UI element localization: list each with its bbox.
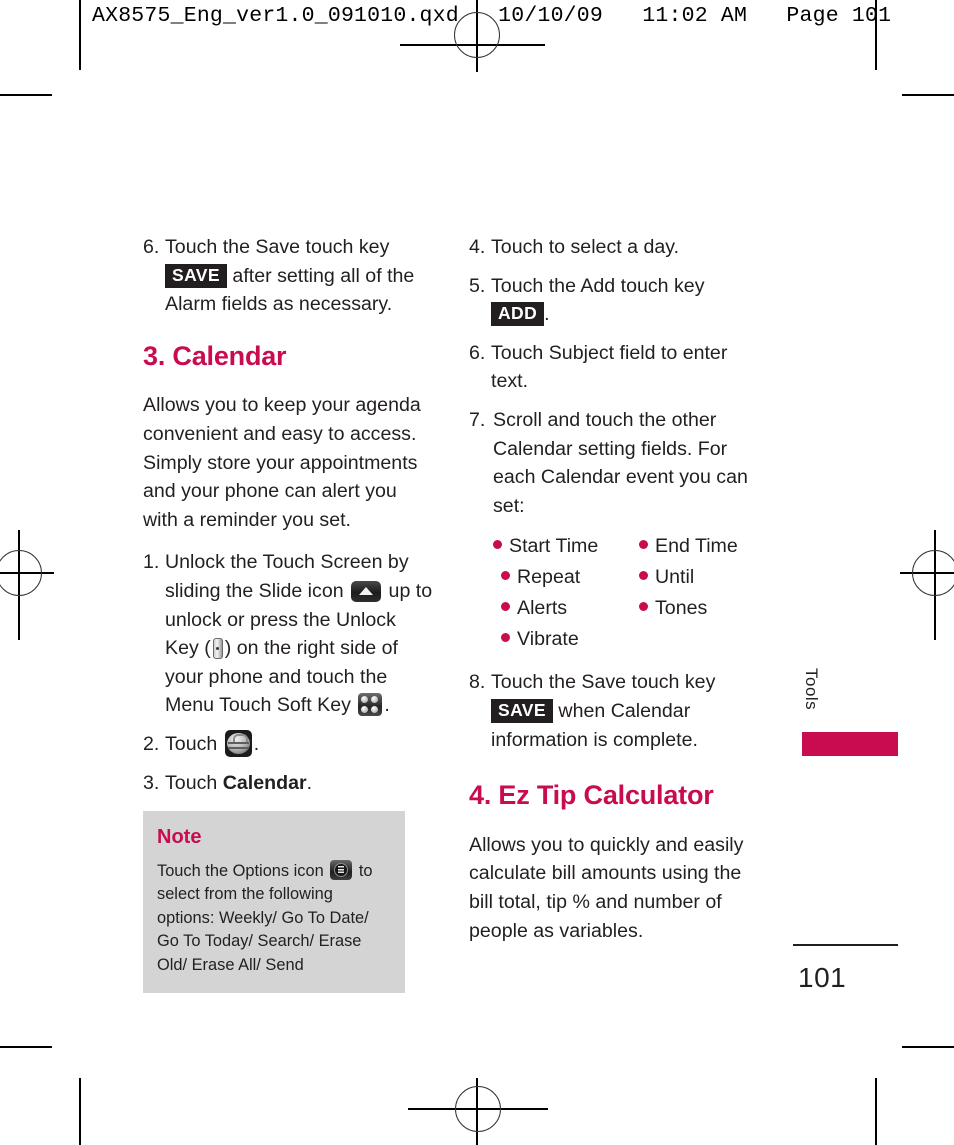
step-text-before: Touch the Add touch key	[491, 274, 705, 297]
bullet-dot-icon	[501, 602, 510, 612]
side-tab-label-tools: Tools	[802, 668, 821, 711]
step-5-add-touch-key: 5. Touch the Add touch key ADD.	[469, 272, 769, 329]
list-item: Repeat	[493, 563, 639, 592]
save-key-badge[interactable]: SAVE	[491, 698, 553, 724]
step-text-after: .	[253, 732, 260, 755]
page-number-rule	[793, 944, 898, 946]
eztip-section-heading: 4. Ez Tip Calculator	[469, 780, 714, 811]
bullet-dot-icon	[639, 602, 648, 612]
note-title: Note	[157, 826, 202, 849]
step-number: 7.	[469, 408, 486, 431]
step-text-part4: .	[384, 694, 390, 717]
list-item-label: Start Time	[509, 535, 599, 558]
step-4-select-day: 4. Touch to select a day.	[469, 233, 769, 262]
list-item-label: Until	[655, 566, 695, 589]
list-item-label: Repeat	[517, 566, 581, 589]
step-text-before: Touch the Save touch key	[165, 236, 390, 258]
calendar-event-fields-list: Start Time End Time Repeat Until Alerts …	[493, 532, 769, 654]
step-text: Touch the Add touch key ADD.	[491, 272, 769, 329]
bullet-dot-icon	[639, 571, 648, 581]
step-text-before: Touch the Save touch key	[491, 671, 716, 694]
step-number: 2.	[143, 732, 160, 755]
step-7-scroll-settings: 7. Scroll and touch the other Calendar s…	[469, 406, 769, 520]
list-item-label: Tones	[655, 597, 708, 620]
list-item: Until	[639, 563, 769, 592]
list-item: Alerts	[493, 594, 639, 623]
save-key-badge[interactable]: SAVE	[165, 263, 227, 288]
calendar-menu-label[interactable]: Calendar	[223, 772, 307, 794]
step-3-touch-calendar: 3. Touch Calendar.	[143, 769, 435, 798]
note-text: Touch the Options icon to select from th…	[157, 859, 391, 978]
step-text: Touch Calendar.	[165, 769, 435, 798]
step-number: 6.	[143, 236, 160, 258]
unlock-key-icon	[212, 638, 223, 660]
step-text-after: .	[544, 303, 550, 326]
step-number: 8.	[469, 671, 486, 694]
step-number: 6.	[469, 341, 486, 364]
step-text: Touch to select a day.	[491, 236, 680, 258]
list-item-label: End Time	[655, 535, 738, 558]
side-tab-bar	[802, 732, 898, 756]
eztip-intro-paragraph: Allows you to quickly and easily calcula…	[469, 833, 744, 942]
bullet-dot-icon	[493, 540, 502, 550]
step-text: Unlock the Touch Screen by sliding the S…	[165, 548, 435, 720]
left-column: 6. Touch the Save touch key SAVE after s…	[143, 233, 435, 994]
list-item: End Time	[639, 532, 769, 561]
step-number: 3.	[143, 771, 160, 794]
step-text: Touch the Save touch key SAVE after sett…	[165, 233, 435, 319]
step-number: 5.	[469, 274, 486, 297]
step-number: 1.	[143, 551, 160, 574]
step-1-unlock-touch-screen: 1. Unlock the Touch Screen by sliding th…	[143, 548, 435, 720]
step-8-save-calendar: 8. Touch the Save touch key SAVE when Ca…	[469, 668, 769, 754]
step-number: 4.	[469, 236, 486, 258]
step-6-save-alarm: 6. Touch the Save touch key SAVE after s…	[143, 233, 435, 319]
list-item-label: Alerts	[517, 597, 568, 620]
step-text: Touch Subject field to enter text.	[491, 341, 728, 393]
bullet-dot-icon	[639, 540, 648, 550]
bullet-dot-icon	[501, 633, 510, 643]
step-text: Touch .	[165, 729, 435, 759]
step-text: Scroll and touch the other Calendar sett…	[493, 408, 748, 517]
page-number: 101	[798, 962, 847, 993]
step-text: Touch the Save touch key SAVE when Calen…	[491, 668, 769, 754]
list-item: Vibrate	[493, 625, 639, 654]
step-text-before: Touch	[165, 771, 218, 794]
step-2-touch-tools: 2. Touch .	[143, 729, 435, 759]
list-item: Tones	[639, 594, 769, 623]
slide-icon	[351, 580, 382, 602]
right-column: 4. Touch to select a day. 5. Touch the A…	[469, 233, 769, 959]
step-text-after: .	[306, 771, 313, 794]
menu-soft-key-icon	[358, 693, 383, 717]
calendar-section-heading: 3. Calendar	[143, 340, 287, 371]
list-item-label: Vibrate	[517, 628, 579, 651]
note-box: Note Touch the Options icon to select fr…	[143, 811, 405, 994]
step-text-label: Touch	[165, 732, 218, 755]
step-6-subject-field: 6. Touch Subject field to enter text.	[469, 339, 769, 396]
tools-icon	[224, 729, 252, 757]
options-icon	[330, 859, 353, 880]
bullet-dot-icon	[501, 571, 510, 581]
add-key-badge[interactable]: ADD	[491, 302, 545, 327]
list-item: Start Time	[493, 532, 639, 561]
note-text-before: Touch the Options icon	[157, 861, 324, 880]
calendar-intro-paragraph: Allows you to keep your agenda convenien…	[143, 394, 421, 531]
